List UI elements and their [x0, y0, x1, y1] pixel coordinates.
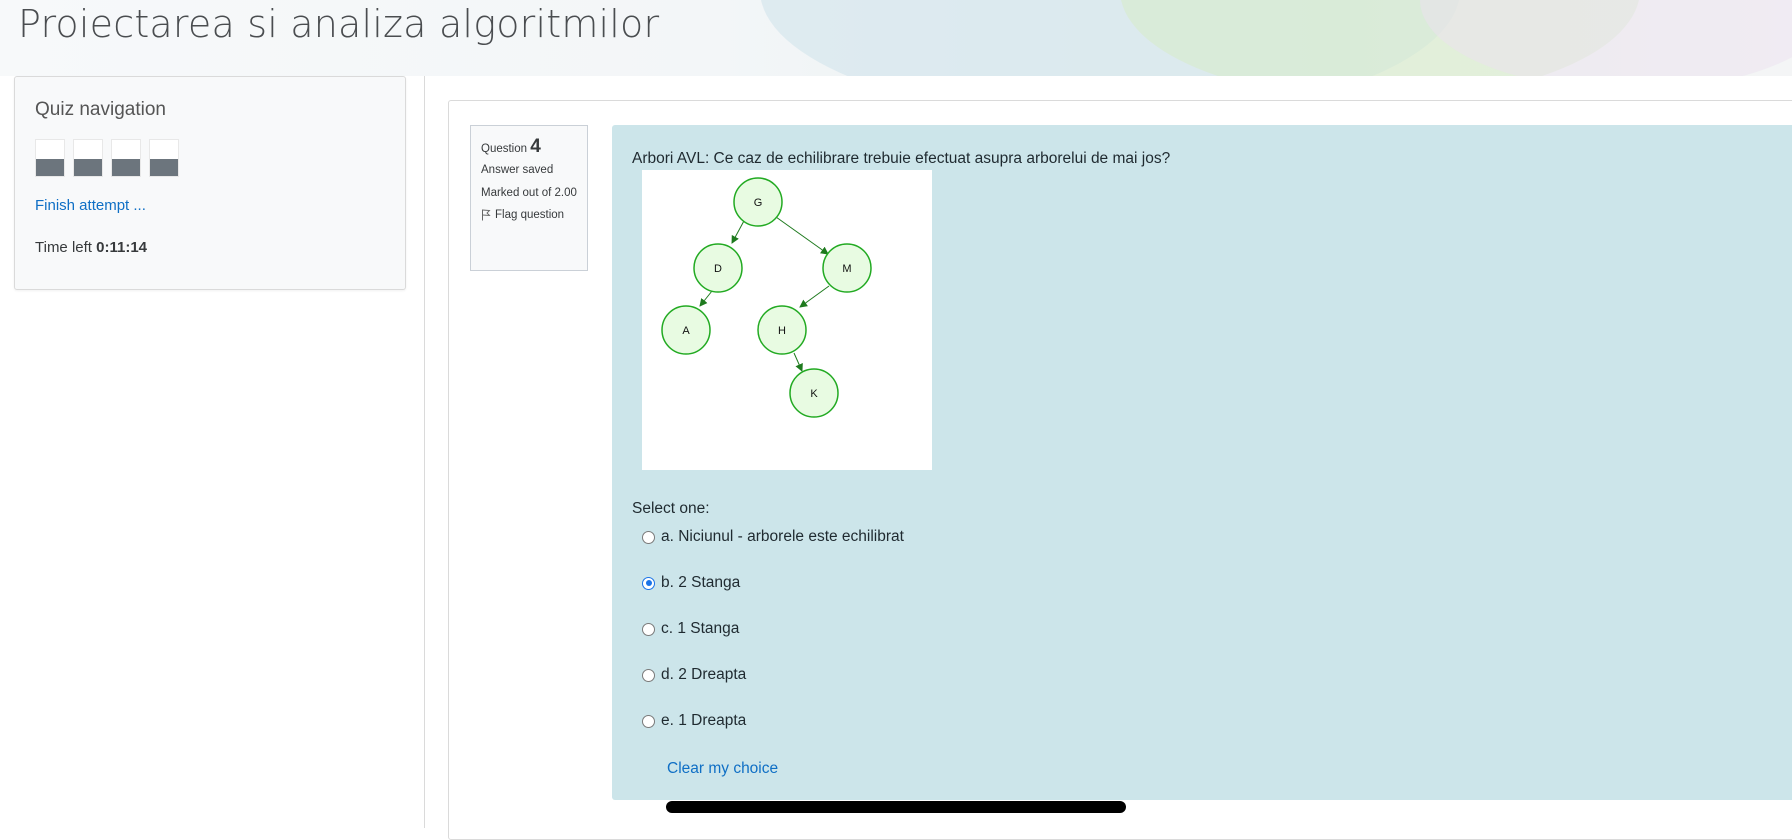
tree-node-d: D	[693, 243, 743, 293]
quiz-navigation-title: Quiz navigation	[35, 99, 166, 120]
answered-indicator	[112, 159, 140, 176]
time-left-value: 0:11:14	[96, 239, 147, 256]
time-left-label: Time left	[35, 239, 92, 256]
quiz-nav-question-3[interactable]	[111, 139, 141, 177]
tree-edge	[799, 285, 830, 308]
quiz-nav-question-2[interactable]	[73, 139, 103, 177]
tree-node-k: K	[789, 368, 839, 418]
answer-option-d[interactable]: d. 2 Dreapta	[642, 666, 746, 684]
select-one-prompt: Select one:	[632, 500, 710, 517]
tree-node-label: G	[754, 197, 763, 209]
quiz-navigation-block: Quiz navigation Finish attempt ... Time …	[14, 76, 406, 290]
avl-tree-image: G D M A H K	[642, 170, 932, 470]
avl-tree-diagram: G D M A H K	[661, 177, 872, 418]
quiz-nav-question-1[interactable]	[35, 139, 65, 177]
question-grade: Marked out of 2.00	[481, 187, 577, 199]
question-word: Question	[481, 143, 528, 155]
region-divider	[424, 76, 425, 828]
answer-option-e[interactable]: e. 1 Dreapta	[642, 712, 746, 730]
question-number-line: Question 4	[481, 136, 577, 158]
page-header: Proiectarea si analiza algoritmilor	[0, 0, 1792, 76]
tree-node-label: M	[842, 263, 851, 275]
tree-node-label: H	[778, 325, 786, 337]
question-state: Answer saved	[481, 164, 554, 176]
quiz-navigation-buttons	[35, 139, 179, 177]
tree-edge	[731, 218, 746, 244]
tree-node-label: K	[810, 388, 818, 400]
question-number: 4	[530, 136, 541, 157]
radio-button[interactable]	[642, 668, 655, 682]
answer-option-label: d. 2 Dreapta	[661, 666, 747, 683]
answer-option-a[interactable]: a. Niciunul - arborele este echilibrat	[642, 528, 904, 546]
flag-question-label: Flag question	[495, 209, 565, 221]
tree-node-h: H	[757, 305, 807, 355]
clear-choice-link[interactable]: Clear my choice	[667, 760, 778, 778]
tree-node-g: G	[733, 177, 783, 227]
answered-indicator	[74, 159, 102, 176]
answer-option-label: c. 1 Stanga	[661, 620, 740, 637]
answer-option-label: b. 2 Stanga	[661, 574, 741, 591]
tree-node-a: A	[661, 305, 711, 355]
time-left: Time left 0:11:14	[35, 239, 147, 256]
radio-button[interactable]	[642, 622, 655, 636]
tree-edge	[775, 216, 829, 255]
tree-node-m: M	[822, 243, 872, 293]
answer-option-label: e. 1 Dreapta	[661, 712, 747, 729]
course-title: Proiectarea si analiza algoritmilor	[18, 2, 660, 46]
radio-button[interactable]	[642, 714, 655, 728]
home-indicator-bar[interactable]	[666, 801, 1126, 813]
question-info: Question 4 Answer saved Marked out of 2.…	[470, 125, 588, 271]
radio-button[interactable]	[642, 576, 655, 590]
finish-attempt-link[interactable]: Finish attempt ...	[35, 197, 146, 214]
quiz-nav-question-4[interactable]	[149, 139, 179, 177]
answer-option-label: a. Niciunul - arborele este echilibrat	[661, 528, 904, 545]
tree-edge	[699, 290, 713, 307]
flag-question-button[interactable]: Flag question	[481, 209, 577, 221]
question-text: Arbori AVL: Ce caz de echilibrare trebui…	[632, 150, 1171, 167]
tree-node-label: D	[714, 263, 722, 275]
answered-indicator	[36, 159, 64, 176]
answer-option-b[interactable]: b. 2 Stanga	[642, 574, 740, 592]
tree-node-label: A	[682, 325, 690, 337]
answered-indicator	[150, 159, 178, 176]
radio-button[interactable]	[642, 530, 655, 544]
answer-option-c[interactable]: c. 1 Stanga	[642, 620, 739, 638]
tree-edge	[793, 352, 803, 372]
flag-icon	[482, 209, 491, 221]
